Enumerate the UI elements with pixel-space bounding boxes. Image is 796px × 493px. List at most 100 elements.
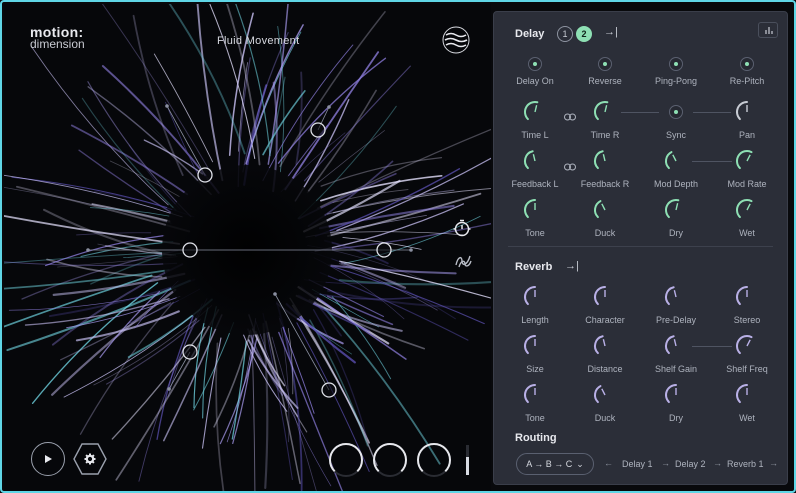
bar-chart-icon bbox=[765, 27, 773, 34]
delay-sync-label: Sync bbox=[665, 130, 686, 140]
reverb-size-knob[interactable] bbox=[522, 333, 548, 359]
waves-menu-icon[interactable] bbox=[442, 26, 470, 54]
delay-tab-2[interactable]: 2 bbox=[576, 26, 592, 42]
particle-streak bbox=[231, 340, 247, 440]
delay-title: Delay bbox=[515, 28, 545, 40]
motion-handle-5[interactable] bbox=[182, 344, 198, 360]
route-item-2[interactable]: Delay 2 bbox=[675, 459, 706, 469]
motion-handle-3[interactable] bbox=[182, 242, 198, 258]
reverb-length-label: Length bbox=[521, 315, 549, 325]
macro-knob-1[interactable] bbox=[328, 442, 364, 478]
macro-knob-2[interactable] bbox=[372, 442, 408, 478]
reverb-duck-knob[interactable] bbox=[592, 382, 618, 408]
handle-end-dot bbox=[327, 105, 331, 109]
delay-tone-label: Tone bbox=[525, 228, 545, 238]
reverb-size-label: Size bbox=[526, 364, 544, 374]
particle-streak bbox=[340, 261, 407, 289]
connector-line bbox=[621, 112, 659, 113]
delay-re-pitch-toggle[interactable] bbox=[740, 57, 754, 71]
play-icon bbox=[45, 455, 52, 463]
delay-dry-knob[interactable] bbox=[663, 197, 689, 223]
reverb-stereo-knob[interactable] bbox=[734, 284, 760, 310]
macro-knob-3[interactable] bbox=[416, 442, 452, 478]
particle-streak bbox=[4, 174, 183, 218]
delay-route-icon[interactable]: →| bbox=[604, 26, 618, 38]
delay-dry-label: Dry bbox=[669, 228, 683, 238]
reverb-shelf-freq-label: Shelf Freq bbox=[726, 364, 768, 374]
handle-end-dot bbox=[165, 104, 169, 108]
reverb-shelf-freq-knob[interactable] bbox=[734, 333, 760, 359]
routing-select[interactable]: A → B → C ⌄ bbox=[516, 453, 594, 475]
motion-handle-6[interactable] bbox=[321, 382, 337, 398]
meter-view-button[interactable] bbox=[758, 22, 778, 38]
delay-pan-label: Pan bbox=[738, 130, 755, 140]
particle-streak bbox=[277, 57, 387, 164]
delay-delay-on-toggle[interactable] bbox=[528, 57, 542, 71]
delay-mod-depth-label: Mod Depth bbox=[653, 179, 699, 189]
handle-end-dot bbox=[167, 387, 171, 391]
particle-streak bbox=[132, 14, 184, 176]
particle-streak bbox=[327, 264, 485, 325]
reverb-shelf-gain-knob[interactable] bbox=[663, 333, 689, 359]
delay-wet-knob[interactable] bbox=[734, 197, 760, 223]
routing-title: Routing bbox=[515, 432, 557, 444]
link-icon[interactable] bbox=[564, 158, 576, 171]
reverb-character-knob[interactable] bbox=[592, 284, 618, 310]
handle-end-dot bbox=[273, 292, 277, 296]
delay-time-l-knob[interactable] bbox=[522, 99, 548, 125]
reverb-shelf-gain-label: Shelf Gain bbox=[654, 364, 698, 374]
reverb-route-icon[interactable]: →| bbox=[565, 260, 579, 272]
motion-handle-4[interactable] bbox=[376, 242, 392, 258]
reverb-wet-knob[interactable] bbox=[734, 382, 760, 408]
particle-streak bbox=[331, 296, 392, 380]
settings-button[interactable] bbox=[72, 441, 108, 477]
delay-sync-toggle[interactable] bbox=[669, 105, 683, 119]
delay-time-r-knob[interactable] bbox=[592, 99, 618, 125]
handle-end-dot bbox=[86, 248, 90, 252]
motion-handle-2[interactable] bbox=[310, 122, 326, 138]
particle-streak bbox=[323, 307, 441, 465]
reverb-wet-label: Wet bbox=[739, 413, 755, 423]
arrow-right-icon: → bbox=[713, 458, 722, 468]
delay-duck-knob[interactable] bbox=[592, 197, 618, 223]
particle-streak bbox=[16, 185, 191, 233]
delay-mod-rate-knob[interactable] bbox=[734, 148, 760, 174]
particle-streak bbox=[295, 71, 303, 166]
delay-ping-pong-toggle[interactable] bbox=[669, 57, 683, 71]
reverb-tone-label: Tone bbox=[525, 413, 545, 423]
route-item-1[interactable]: Delay 1 bbox=[622, 459, 653, 469]
reverb-length-knob[interactable] bbox=[522, 284, 548, 310]
delay-reverse-label: Reverse bbox=[588, 76, 622, 86]
route-item-3[interactable]: Reverb 1 bbox=[727, 459, 764, 469]
delay-pan-knob[interactable] bbox=[734, 99, 760, 125]
fx-panel: Delay 1 2 →| Delay On Reverse Ping-Pong Re-… bbox=[493, 11, 788, 485]
delay-reverse-toggle[interactable] bbox=[598, 57, 612, 71]
arrow-left-icon: ← bbox=[604, 458, 613, 468]
particle-streak bbox=[165, 101, 203, 184]
motion-path-icon[interactable] bbox=[453, 250, 473, 270]
delay-feedback-l-knob[interactable] bbox=[522, 148, 548, 174]
reverb-dry-knob[interactable] bbox=[663, 382, 689, 408]
preset-name[interactable]: Fluid Movement bbox=[217, 35, 299, 47]
delay-tone-knob[interactable] bbox=[522, 197, 548, 223]
reverb-distance-knob[interactable] bbox=[592, 333, 618, 359]
particle-visualization[interactable] bbox=[4, 4, 491, 493]
reverb-character-label: Character bbox=[585, 315, 625, 325]
reverb-distance-label: Distance bbox=[587, 364, 623, 374]
output-meter bbox=[466, 445, 469, 475]
particle-streak bbox=[226, 4, 261, 166]
handle-end-dot bbox=[409, 248, 413, 252]
particle-streak bbox=[265, 320, 301, 485]
play-button[interactable] bbox=[31, 442, 65, 476]
gear-icon bbox=[84, 453, 96, 465]
motion-handle-1[interactable] bbox=[197, 167, 213, 183]
plugin-window: motion: dimension Fluid Movement Delay 1… bbox=[0, 0, 796, 493]
reverb-tone-knob[interactable] bbox=[522, 382, 548, 408]
link-icon[interactable] bbox=[564, 108, 576, 121]
delay-time-r-label: Time R bbox=[590, 130, 620, 140]
delay-tab-1[interactable]: 1 bbox=[557, 26, 573, 42]
delay-feedback-r-knob[interactable] bbox=[592, 148, 618, 174]
timer-icon[interactable] bbox=[452, 218, 472, 238]
reverb-pre-delay-knob[interactable] bbox=[663, 284, 689, 310]
delay-mod-depth-knob[interactable] bbox=[663, 148, 689, 174]
